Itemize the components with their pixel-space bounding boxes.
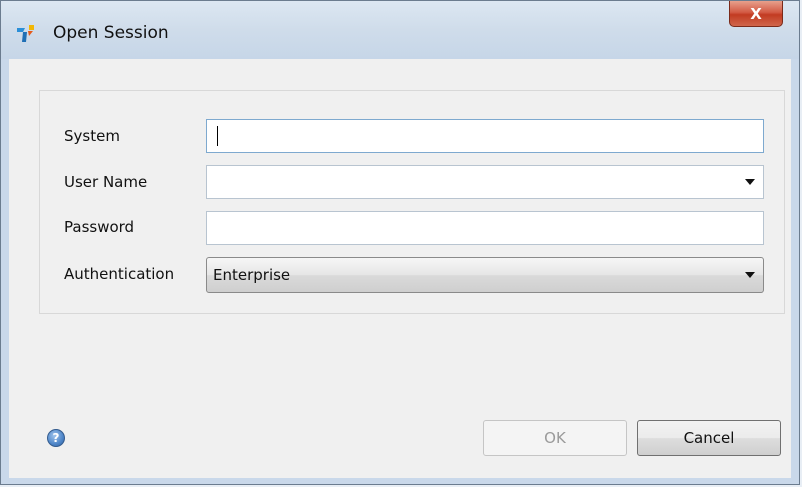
username-label: User Name bbox=[64, 173, 148, 191]
help-icon[interactable]: ? bbox=[47, 429, 65, 447]
authentication-label: Authentication bbox=[64, 265, 175, 283]
username-combobox[interactable] bbox=[206, 165, 764, 199]
title-bar[interactable]: Open Session X bbox=[1, 1, 799, 59]
chevron-down-icon[interactable] bbox=[745, 179, 755, 185]
chevron-down-icon[interactable] bbox=[745, 272, 755, 278]
window-frame-bottom bbox=[1, 478, 799, 484]
app-logo-icon bbox=[17, 25, 34, 42]
close-icon: X bbox=[750, 4, 762, 23]
window-frame-left bbox=[1, 59, 9, 478]
password-input[interactable] bbox=[206, 211, 764, 245]
login-form-group: System User Name Password Authentication… bbox=[39, 90, 785, 314]
window-title: Open Session bbox=[53, 23, 169, 43]
text-caret bbox=[217, 126, 218, 146]
password-label: Password bbox=[64, 218, 135, 236]
ok-button[interactable]: OK bbox=[483, 420, 627, 456]
open-session-dialog: Open Session X System User Name Password… bbox=[0, 0, 800, 485]
window-frame-right bbox=[791, 59, 799, 478]
authentication-select[interactable]: Enterprise bbox=[206, 257, 764, 293]
close-button[interactable]: X bbox=[729, 1, 783, 27]
dialog-body: System User Name Password Authentication… bbox=[9, 59, 791, 478]
authentication-selected-value: Enterprise bbox=[213, 266, 291, 284]
cancel-button[interactable]: Cancel bbox=[637, 420, 781, 456]
system-label: System bbox=[64, 127, 120, 145]
system-input[interactable] bbox=[206, 119, 764, 153]
